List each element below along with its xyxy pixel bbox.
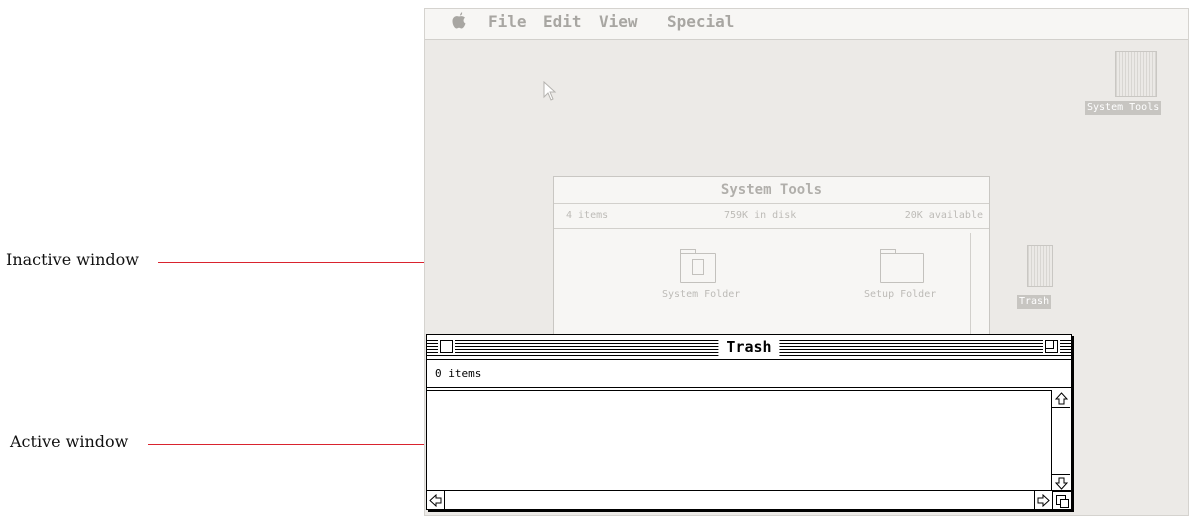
pointer-cursor-icon [543,81,557,101]
zoom-box[interactable] [1045,340,1058,353]
horizontal-scrollbar[interactable] [427,490,1071,509]
active-callout-line [148,444,463,445]
scroll-up-arrow-icon[interactable] [1052,390,1070,408]
grow-box-icon[interactable] [1052,491,1071,509]
disk-icon-label: System Tools [1085,101,1162,115]
inactive-window[interactable]: System Tools 4 items 759K in disk 20K av… [553,176,990,347]
menu-bar: File Edit View Special [425,9,1188,40]
menu-special[interactable]: Special [667,12,734,31]
vertical-scrollbar[interactable] [1051,390,1071,492]
active-window-callout: Active window [10,432,129,451]
inactive-window-callout: Inactive window [6,250,139,269]
scroll-right-arrow-icon[interactable] [1034,491,1052,509]
close-box[interactable] [440,340,453,353]
active-window[interactable]: Trash 0 items [426,334,1072,510]
trash-desktop-icon[interactable]: Trash [1015,245,1065,315]
system-tools-disk-icon[interactable]: System Tools [1085,51,1185,121]
inactive-window-info-bar: 4 items 759K in disk 20K available [554,204,989,229]
menu-file[interactable]: File [488,12,527,31]
trash-icon-label: Trash [1017,295,1052,309]
active-window-title: Trash [718,335,780,359]
trash-icon [1027,245,1053,287]
folder-icon [880,253,924,283]
system-file-icon [692,259,704,275]
apple-icon[interactable] [451,11,467,34]
menu-edit[interactable]: Edit [543,12,582,31]
setup-folder-label: Setup Folder [864,289,937,300]
inactive-vertical-scrollbar [970,233,989,347]
menu-view[interactable]: View [599,12,638,31]
inactive-available: 20K available [904,210,983,221]
system-folder-icon[interactable]: System Folder [654,249,784,309]
inactive-in-disk: 759K in disk [724,210,797,221]
disk-icon [1115,51,1157,97]
active-window-info-bar: 0 items [427,360,1071,391]
inactive-window-title: System Tools [554,177,989,204]
setup-folder-icon[interactable]: Setup Folder [850,249,970,309]
scroll-left-arrow-icon[interactable] [427,491,445,509]
active-window-title-bar[interactable]: Trash [427,335,1071,360]
system-folder-label: System Folder [662,289,741,300]
active-items-count: 0 items [435,367,482,380]
inactive-items-count: 4 items [566,210,609,221]
